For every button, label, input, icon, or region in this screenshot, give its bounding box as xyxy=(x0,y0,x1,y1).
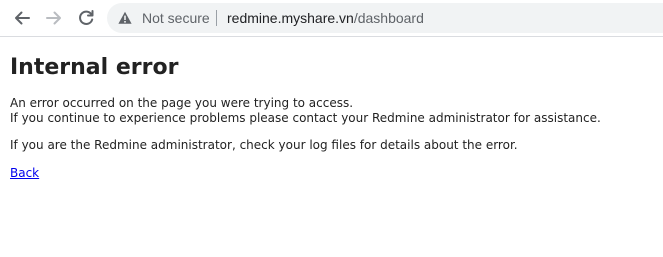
error-message-line-2: If you continue to experience problems p… xyxy=(10,111,601,125)
url-host: redmine.myshare.vn xyxy=(227,10,354,26)
toolbar-divider xyxy=(0,36,663,37)
back-link[interactable]: Back xyxy=(10,166,39,181)
admin-hint: If you are the Redmine administrator, ch… xyxy=(10,138,518,152)
reload-icon xyxy=(79,10,94,25)
address-bar[interactable]: Not secure redmine.myshare.vn/dashboard xyxy=(107,3,663,33)
back-button[interactable] xyxy=(10,6,34,30)
url-text[interactable]: redmine.myshare.vn/dashboard xyxy=(227,10,424,26)
browser-toolbar: Not secure redmine.myshare.vn/dashboard xyxy=(0,0,663,36)
url-path: /dashboard xyxy=(353,10,424,26)
warning-triangle-icon[interactable] xyxy=(118,11,132,25)
address-bar-divider xyxy=(216,10,217,26)
error-message-line-1: An error occurred on the page you were t… xyxy=(10,96,354,110)
security-status-label[interactable]: Not secure xyxy=(142,10,210,26)
error-page-content: Internal error An error occurred on the … xyxy=(10,50,650,181)
page-title: Internal error xyxy=(10,55,179,80)
arrow-left-icon xyxy=(15,11,30,25)
reload-button[interactable] xyxy=(74,6,98,30)
forward-button[interactable] xyxy=(42,6,66,30)
arrow-right-icon xyxy=(46,11,61,25)
